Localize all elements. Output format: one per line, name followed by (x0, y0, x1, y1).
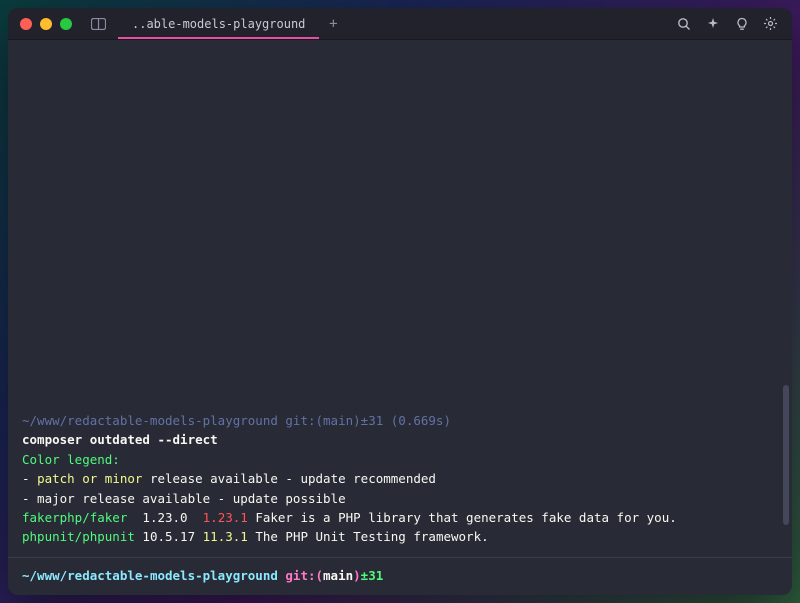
pkg-new: 1.23.1 (203, 510, 248, 525)
prev-dirty: ±31 (361, 413, 384, 428)
prompt-dirty: ±31 (361, 568, 384, 583)
pkg-name: fakerphp/faker (22, 510, 135, 525)
legend-patch-rest: release available - update recommended (142, 471, 436, 486)
prompt-branch: main (323, 568, 353, 583)
terminal-window: ..able-models-playground + ~/www/redacta… (8, 8, 792, 595)
pkg-desc: The PHP Unit Testing framework. (248, 529, 489, 544)
window-controls (8, 18, 72, 30)
minimize-button[interactable] (40, 18, 52, 30)
close-button[interactable] (20, 18, 32, 30)
table-row: fakerphp/faker 1.23.0 1.23.1 Faker is a … (22, 508, 778, 527)
tab-title: ..able-models-playground (132, 17, 305, 31)
legend-patch-highlight: patch or minor (37, 471, 142, 486)
pkg-current: 10.5.17 (142, 529, 195, 544)
tabs: ..able-models-playground + (118, 8, 347, 39)
prev-branch: main (323, 413, 353, 428)
tab-active[interactable]: ..able-models-playground (118, 8, 319, 39)
prompt-path: redactable-models-playground (67, 568, 278, 583)
legend-dash: - (22, 471, 37, 486)
plus-icon: + (329, 16, 337, 32)
pkg-name: phpunit/phpunit (22, 529, 135, 544)
prev-git-close: ) (353, 413, 361, 428)
sparkle-icon[interactable] (705, 16, 720, 31)
scrollbar[interactable] (783, 385, 789, 525)
terminal-body[interactable]: ~/www/redactable-models-playground git:(… (8, 40, 792, 595)
prompt-git-label: git:( (278, 568, 323, 583)
prev-git-label: git:( (278, 413, 323, 428)
titlebar: ..able-models-playground + (8, 8, 792, 40)
legend-major-line: - major release available - update possi… (22, 489, 778, 508)
table-row: phpunit/phpunit 10.5.17 11.3.1 The PHP U… (22, 527, 778, 546)
search-icon[interactable] (676, 16, 691, 31)
settings-icon[interactable] (763, 16, 778, 31)
prev-path: ~/www/redactable-models-playground (22, 413, 278, 428)
maximize-button[interactable] (60, 18, 72, 30)
pkg-current: 1.23.0 (142, 510, 195, 525)
current-prompt-line: ~/www/redactable-models-playground git:(… (22, 566, 778, 585)
command-line: composer outdated --direct (22, 430, 778, 449)
lightbulb-icon[interactable] (734, 16, 749, 31)
terminal-empty-area (22, 46, 778, 411)
split-pane-icon[interactable] (90, 17, 106, 31)
prompt-git-close: ) (353, 568, 361, 583)
pkg-desc: Faker is a PHP library that generates fa… (248, 510, 677, 525)
titlebar-actions (676, 16, 792, 31)
legend-title: Color legend: (22, 450, 778, 469)
legend-patch-line: - patch or minor release available - upd… (22, 469, 778, 488)
previous-prompt-line: ~/www/redactable-models-playground git:(… (22, 411, 778, 430)
prompt-path-prefix: ~/www/ (22, 568, 67, 583)
prev-timing: (0.669s) (383, 413, 451, 428)
new-tab-button[interactable]: + (319, 8, 347, 39)
pkg-new: 11.3.1 (203, 529, 248, 544)
divider (8, 557, 792, 558)
